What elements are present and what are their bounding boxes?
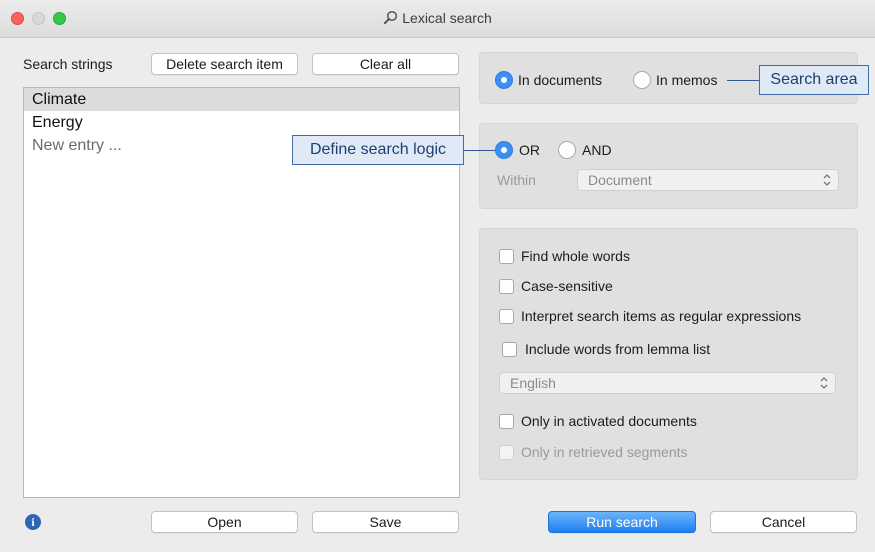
within-select-value: Document [588, 172, 652, 188]
search-logic-callout: Define search logic [292, 135, 464, 165]
retrieved-segments-label: Only in retrieved segments [521, 444, 688, 460]
regex-label: Interpret search items as regular expres… [521, 308, 802, 324]
info-icon[interactable]: i [25, 514, 41, 530]
within-label: Within [497, 172, 536, 188]
delete-search-item-button[interactable]: Delete search item [151, 53, 298, 75]
search-area-callout: Search area [759, 65, 869, 95]
save-button[interactable]: Save [312, 511, 459, 533]
open-button[interactable]: Open [151, 511, 298, 533]
updown-chevron-icon [823, 174, 831, 186]
activated-docs-label: Only in activated documents [521, 413, 697, 429]
in-memos-label: In memos [656, 72, 718, 88]
language-select[interactable]: English [499, 372, 836, 394]
regex-checkbox[interactable] [499, 309, 514, 324]
window-title-wrap: Lexical search [0, 10, 875, 26]
updown-chevron-icon [820, 377, 828, 389]
lemma-label: Include words from lemma list [525, 341, 711, 357]
find-whole-words-checkbox[interactable] [499, 249, 514, 264]
or-radio[interactable] [495, 141, 513, 159]
title-bar: Lexical search [0, 0, 875, 38]
window-title: Lexical search [402, 10, 492, 26]
and-radio[interactable] [558, 141, 576, 159]
retrieved-segments-checkbox [499, 445, 514, 460]
search-logic-callout-line [464, 150, 495, 151]
activated-docs-checkbox[interactable] [499, 414, 514, 429]
language-select-value: English [510, 375, 556, 391]
list-item[interactable]: Energy [24, 111, 459, 134]
lemma-checkbox[interactable] [502, 342, 517, 357]
cancel-button[interactable]: Cancel [710, 511, 857, 533]
run-search-button[interactable]: Run search [548, 511, 696, 533]
search-logic-panel [479, 123, 858, 209]
magnifier-icon [384, 10, 398, 25]
case-sensitive-checkbox[interactable] [499, 279, 514, 294]
case-sensitive-label: Case-sensitive [521, 278, 613, 294]
within-select[interactable]: Document [577, 169, 839, 191]
search-strings-label: Search strings [23, 56, 113, 72]
find-whole-words-label: Find whole words [521, 248, 630, 264]
or-label: OR [519, 142, 540, 158]
in-documents-label: In documents [518, 72, 603, 88]
clear-all-button[interactable]: Clear all [312, 53, 459, 75]
and-label: AND [582, 142, 612, 158]
list-item[interactable]: Climate [24, 88, 459, 111]
in-memos-radio[interactable] [633, 71, 651, 89]
in-documents-radio[interactable] [495, 71, 513, 89]
search-area-callout-line [727, 80, 759, 81]
